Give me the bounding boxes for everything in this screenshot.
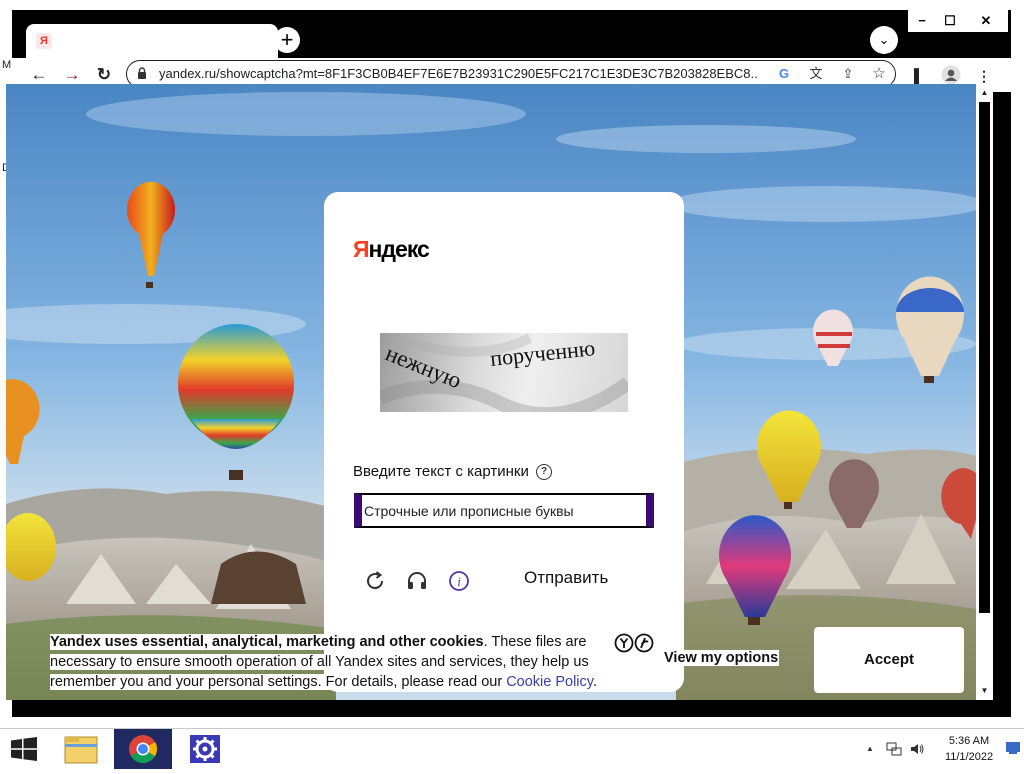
accept-cookies-button[interactable]: Accept <box>814 627 964 693</box>
cookie-notice: Yandex uses essential, analytical, marke… <box>50 634 597 690</box>
scroll-up-arrow-icon[interactable]: ▲ <box>976 86 993 100</box>
folder-icon <box>64 736 98 764</box>
desktop-edge-letter: M <box>2 59 12 71</box>
yandex-logo[interactable]: Яндекс <box>353 236 430 263</box>
headphones-icon[interactable] <box>405 569 429 593</box>
view-options-link[interactable]: View my options <box>663 650 780 666</box>
volume-icon[interactable] <box>909 741 925 757</box>
scroll-down-arrow-icon[interactable]: ▼ <box>976 684 993 698</box>
title-bar: Я + ⌄ − ☐ ✕ <box>12 10 1011 58</box>
translate-icon[interactable]: 文 <box>807 65 825 83</box>
profile-avatar-icon[interactable] <box>941 65 961 85</box>
submit-button[interactable]: Отправить <box>524 568 608 588</box>
browser-tab[interactable]: Я <box>26 24 278 58</box>
maximize-button[interactable]: ☐ <box>936 10 964 32</box>
share-icon[interactable]: ⇪ <box>839 65 857 83</box>
cookie-policy-link[interactable]: Cookie Policy <box>506 674 593 690</box>
yandex-id-badge-icon <box>614 633 654 653</box>
network-icon[interactable] <box>886 741 902 757</box>
page-scrollbar[interactable]: ▲ ▼ <box>976 84 993 700</box>
clock-date: 11/1/2022 <box>944 751 994 763</box>
clock-time: 5:36 AM <box>948 735 990 747</box>
bookmark-star-icon[interactable]: ☆ <box>870 65 888 83</box>
settings-taskbar-button[interactable] <box>176 729 234 769</box>
chrome-menu-icon[interactable]: ⋮ <box>974 66 994 86</box>
lock-icon <box>138 67 146 79</box>
scrollbar-thumb[interactable] <box>979 102 990 613</box>
tab-search-button[interactable]: ⌄ <box>870 26 898 54</box>
captcha-label: Введите текст с картинки <box>353 463 529 480</box>
url-text[interactable]: yandex.ru/showcaptcha?mt=8F1F3CB0B4EF7E6… <box>159 61 759 86</box>
file-explorer-taskbar-button[interactable] <box>52 729 110 769</box>
windows-start-icon[interactable] <box>10 737 38 761</box>
minimize-button[interactable]: − <box>908 10 936 32</box>
gear-icon <box>190 735 220 763</box>
taskbar: ▲ 5:36 AM 11/1/2022 <box>0 728 1024 769</box>
yandex-favicon-icon: Я <box>36 33 52 49</box>
show-hidden-icons-arrow-icon[interactable]: ▲ <box>862 741 878 757</box>
side-panel-icon[interactable]: ▌ <box>909 66 929 86</box>
captcha-word: порученню <box>489 335 596 371</box>
help-circle-icon[interactable]: ? <box>536 464 552 480</box>
system-clock[interactable]: 5:36 AM 11/1/2022 <box>938 733 1000 765</box>
refresh-icon[interactable] <box>363 569 387 593</box>
close-window-button[interactable]: ✕ <box>964 10 1008 32</box>
new-tab-button[interactable]: + <box>274 27 300 53</box>
notification-icon[interactable] <box>1006 741 1020 755</box>
chrome-icon <box>129 735 157 763</box>
captcha-answer-input[interactable] <box>354 493 654 528</box>
google-lens-icon[interactable]: G <box>775 65 793 83</box>
info-icon[interactable]: i <box>447 569 471 593</box>
chrome-taskbar-button[interactable] <box>114 729 172 769</box>
svg-text:i: i <box>457 574 461 589</box>
captcha-image: нежную порученню <box>380 333 628 412</box>
captcha-card: Яндекс нежную порученню Введите текст с … <box>324 192 684 692</box>
